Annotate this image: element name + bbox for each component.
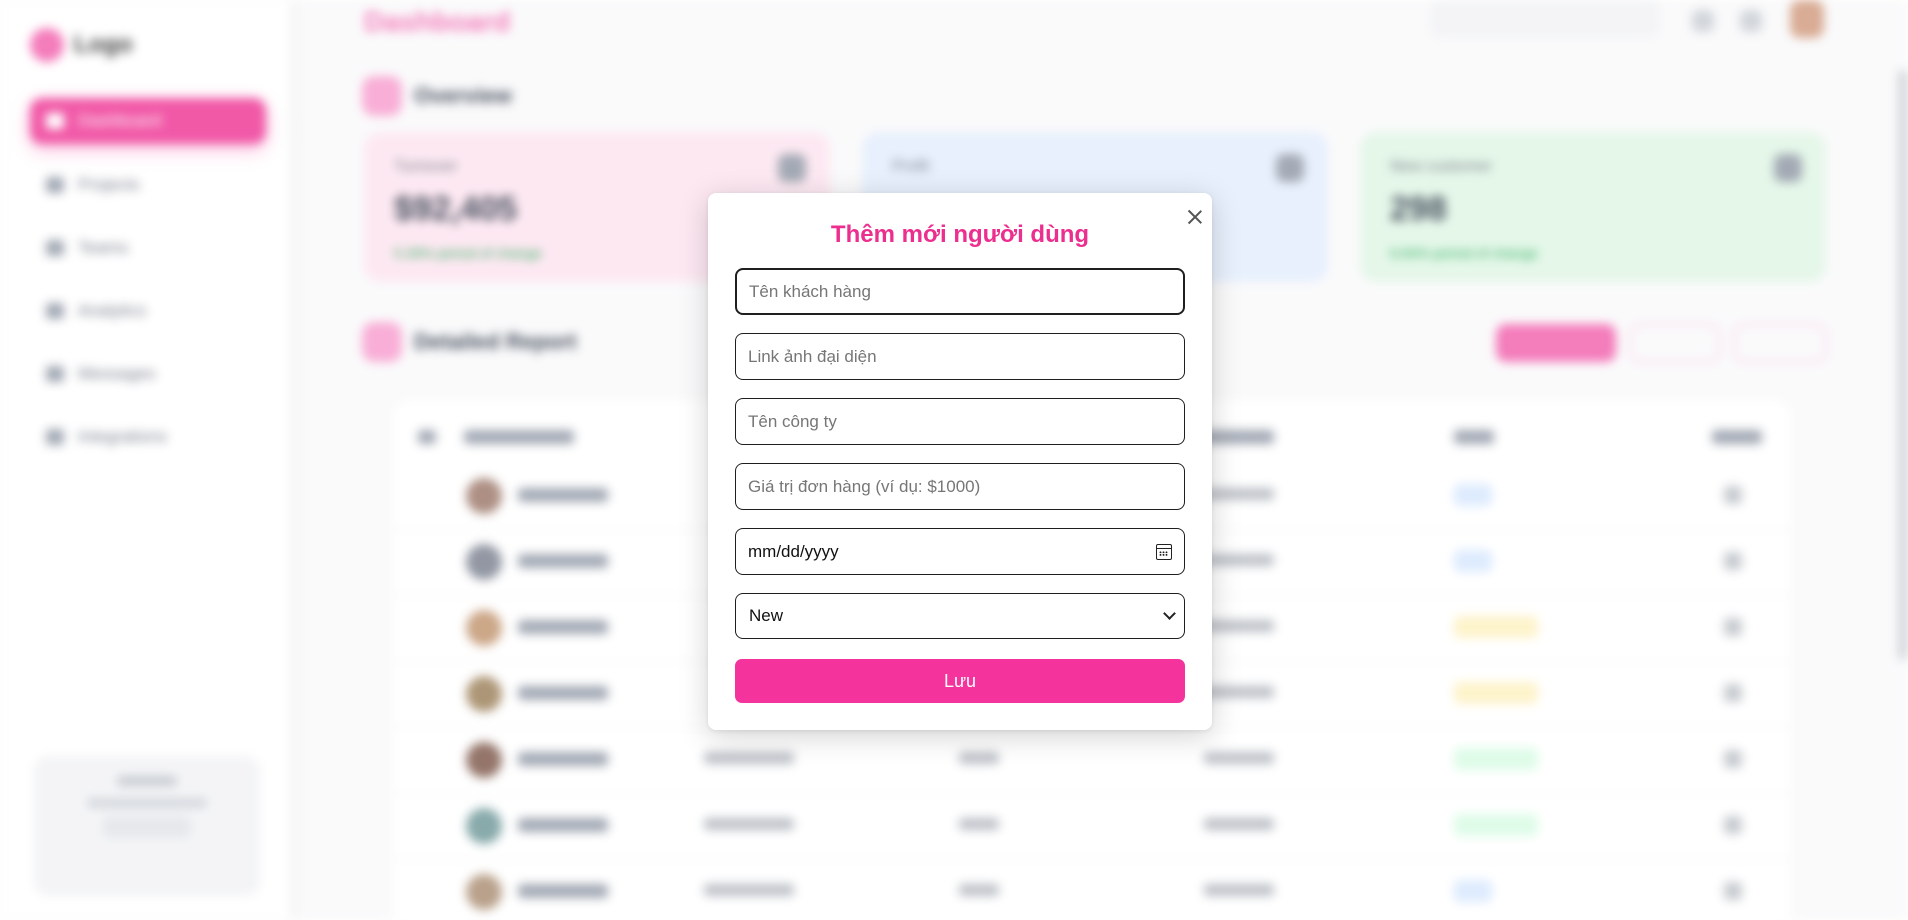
customer-name-input[interactable] bbox=[735, 268, 1185, 315]
page: Logo Dashboard Projects Teams Analytics … bbox=[0, 0, 1908, 920]
save-button[interactable]: Lưu bbox=[735, 659, 1185, 703]
calendar-icon[interactable] bbox=[1156, 543, 1172, 560]
date-value: mm/dd/yyyy bbox=[748, 541, 839, 561]
modal-title: Thêm mới người dùng bbox=[830, 221, 1090, 248]
status-select-value: New bbox=[749, 606, 784, 625]
order-value-input[interactable] bbox=[735, 463, 1185, 510]
chevron-down-icon bbox=[1163, 607, 1176, 620]
avatar-link-input[interactable] bbox=[735, 333, 1185, 380]
add-user-modal: Thêm mới người dùng mm/dd/yyyy New Lưu bbox=[708, 193, 1212, 730]
company-name-input[interactable] bbox=[735, 398, 1185, 445]
date-input[interactable]: mm/dd/yyyy bbox=[735, 528, 1185, 575]
status-select[interactable]: New bbox=[735, 593, 1185, 639]
